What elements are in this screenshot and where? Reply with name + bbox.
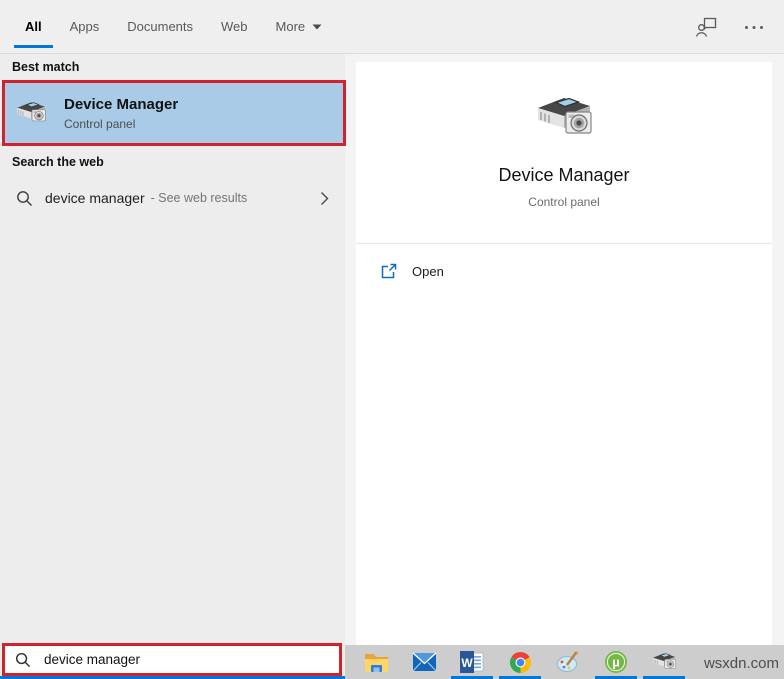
tab-apps[interactable]: Apps xyxy=(57,0,113,53)
tab-web[interactable]: Web xyxy=(208,0,261,53)
feedback-icon[interactable] xyxy=(695,16,718,39)
tab-web-label: Web xyxy=(221,19,248,34)
ellipsis-icon[interactable] xyxy=(744,25,764,30)
tab-all-label: All xyxy=(25,19,42,34)
preview-subtitle: Control panel xyxy=(528,195,600,209)
svg-text:W: W xyxy=(461,656,473,670)
tab-documents[interactable]: Documents xyxy=(114,0,206,53)
device-manager-icon xyxy=(14,98,48,128)
web-suggestion-row[interactable]: device manager - See web results xyxy=(0,183,345,213)
preview-title: Device Manager xyxy=(498,165,630,185)
device-manager-icon xyxy=(650,650,678,674)
device-manager-icon xyxy=(356,90,772,146)
paint3d-icon xyxy=(556,650,580,674)
best-match-title: Device Manager xyxy=(64,95,179,113)
utorrent-icon: µ xyxy=(604,650,628,674)
file-explorer-icon xyxy=(364,652,389,673)
best-match-header: Best match xyxy=(12,60,80,74)
web-suggestion-suffix: - See web results xyxy=(150,191,248,205)
svg-text:µ: µ xyxy=(612,655,620,670)
taskbar-paint3d[interactable] xyxy=(546,645,590,679)
tab-apps-label: Apps xyxy=(69,19,100,34)
word-icon: W xyxy=(460,651,484,673)
taskbar-utorrent[interactable]: µ xyxy=(594,645,638,679)
chrome-icon xyxy=(509,651,532,674)
tab-more[interactable]: More xyxy=(263,0,336,53)
tab-more-label: More xyxy=(275,19,306,34)
search-results-panel: Best match Device Manager Control panel … xyxy=(0,54,346,676)
chevron-down-icon xyxy=(312,24,322,30)
taskbar-search-input[interactable]: device manager xyxy=(2,643,342,676)
taskbar: W µ wsxdn.com xyxy=(345,645,784,679)
divider xyxy=(356,243,772,244)
search-icon xyxy=(16,190,33,207)
search-icon xyxy=(15,652,31,668)
taskbar-mail[interactable] xyxy=(402,645,446,679)
open-icon xyxy=(380,263,397,280)
watermark-text: wsxdn.com xyxy=(703,655,779,672)
tab-documents-label: Documents xyxy=(127,19,194,34)
search-input-value: device manager xyxy=(44,652,141,667)
search-filter-bar: All Apps Documents Web More xyxy=(0,0,784,54)
taskbar-chrome[interactable] xyxy=(498,645,542,679)
open-action[interactable]: Open xyxy=(356,254,772,288)
web-suggestion-query: device manager xyxy=(45,190,145,206)
filter-tabs: All Apps Documents Web More xyxy=(0,0,335,53)
best-match-result-device-manager[interactable]: Device Manager Control panel xyxy=(2,80,346,146)
taskbar-file-explorer[interactable] xyxy=(354,645,398,679)
mail-icon xyxy=(412,652,437,672)
taskbar-device-manager[interactable] xyxy=(642,645,686,679)
tab-all[interactable]: All xyxy=(12,0,55,53)
search-web-header: Search the web xyxy=(12,155,104,169)
best-match-subtitle: Control panel xyxy=(64,116,136,131)
taskbar-word[interactable]: W xyxy=(450,645,494,679)
open-action-label: Open xyxy=(412,263,444,279)
chevron-right-icon[interactable] xyxy=(320,191,329,206)
result-preview-panel: Device Manager Control panel Open xyxy=(356,62,772,645)
